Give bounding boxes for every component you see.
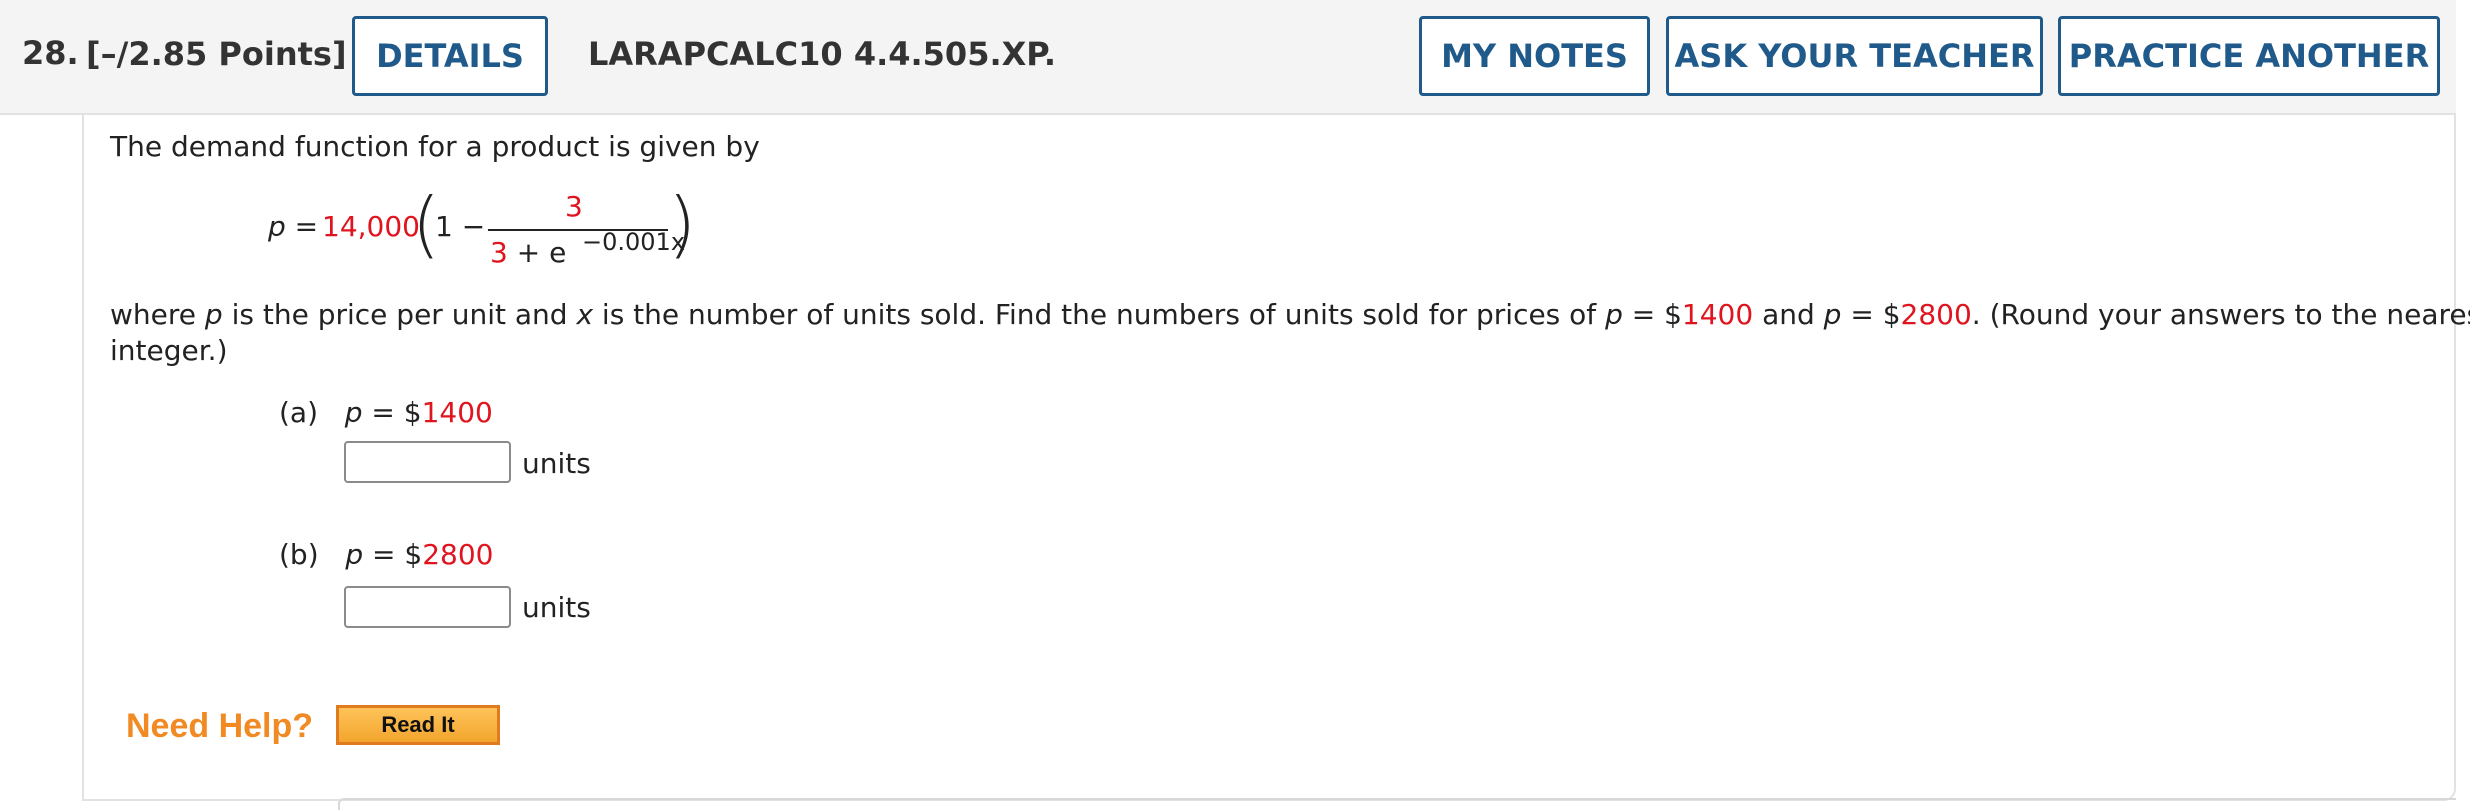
problem-code: LARAPCALC10 4.4.505.XP. [588,35,1057,73]
formula-constant: 14,000 [322,210,420,243]
formula-lhs: p = [268,210,319,243]
part-b-answer-input[interactable] [344,586,511,628]
part-a-answer-input[interactable] [344,441,511,483]
question-number: 28. [22,34,79,72]
formula-one-minus: 1 − [435,210,486,243]
problem-statement: where p is the price per unit and x is t… [110,298,2470,331]
details-button[interactable]: DETAILS [352,16,548,96]
practice-another-button[interactable]: PRACTICE ANOTHER [2058,16,2440,96]
problem-intro: The demand function for a product is giv… [110,130,760,163]
problem-statement-line2: integer.) [110,334,228,367]
part-b-prompt: (b) p = $2800 [279,538,494,571]
next-section-border [338,798,2456,810]
ask-your-teacher-button[interactable]: ASK YOUR TEACHER [1666,16,2043,96]
formula-right-paren: ) [668,182,697,266]
part-b-units: units [522,591,591,624]
my-notes-button[interactable]: MY NOTES [1419,16,1650,96]
points-indicator: [–/2.85 Points] [86,35,347,73]
read-it-button[interactable]: Read It [336,705,500,745]
part-a-prompt: (a) p = $1400 [279,396,493,429]
formula-numerator: 3 [565,190,583,223]
part-a-units: units [522,447,591,480]
need-help-label: Need Help? [126,707,314,745]
question-header: 28. [–/2.85 Points] DETAILS LARAPCALC10 … [0,0,2456,115]
formula-denominator: 3 + e [490,236,567,269]
